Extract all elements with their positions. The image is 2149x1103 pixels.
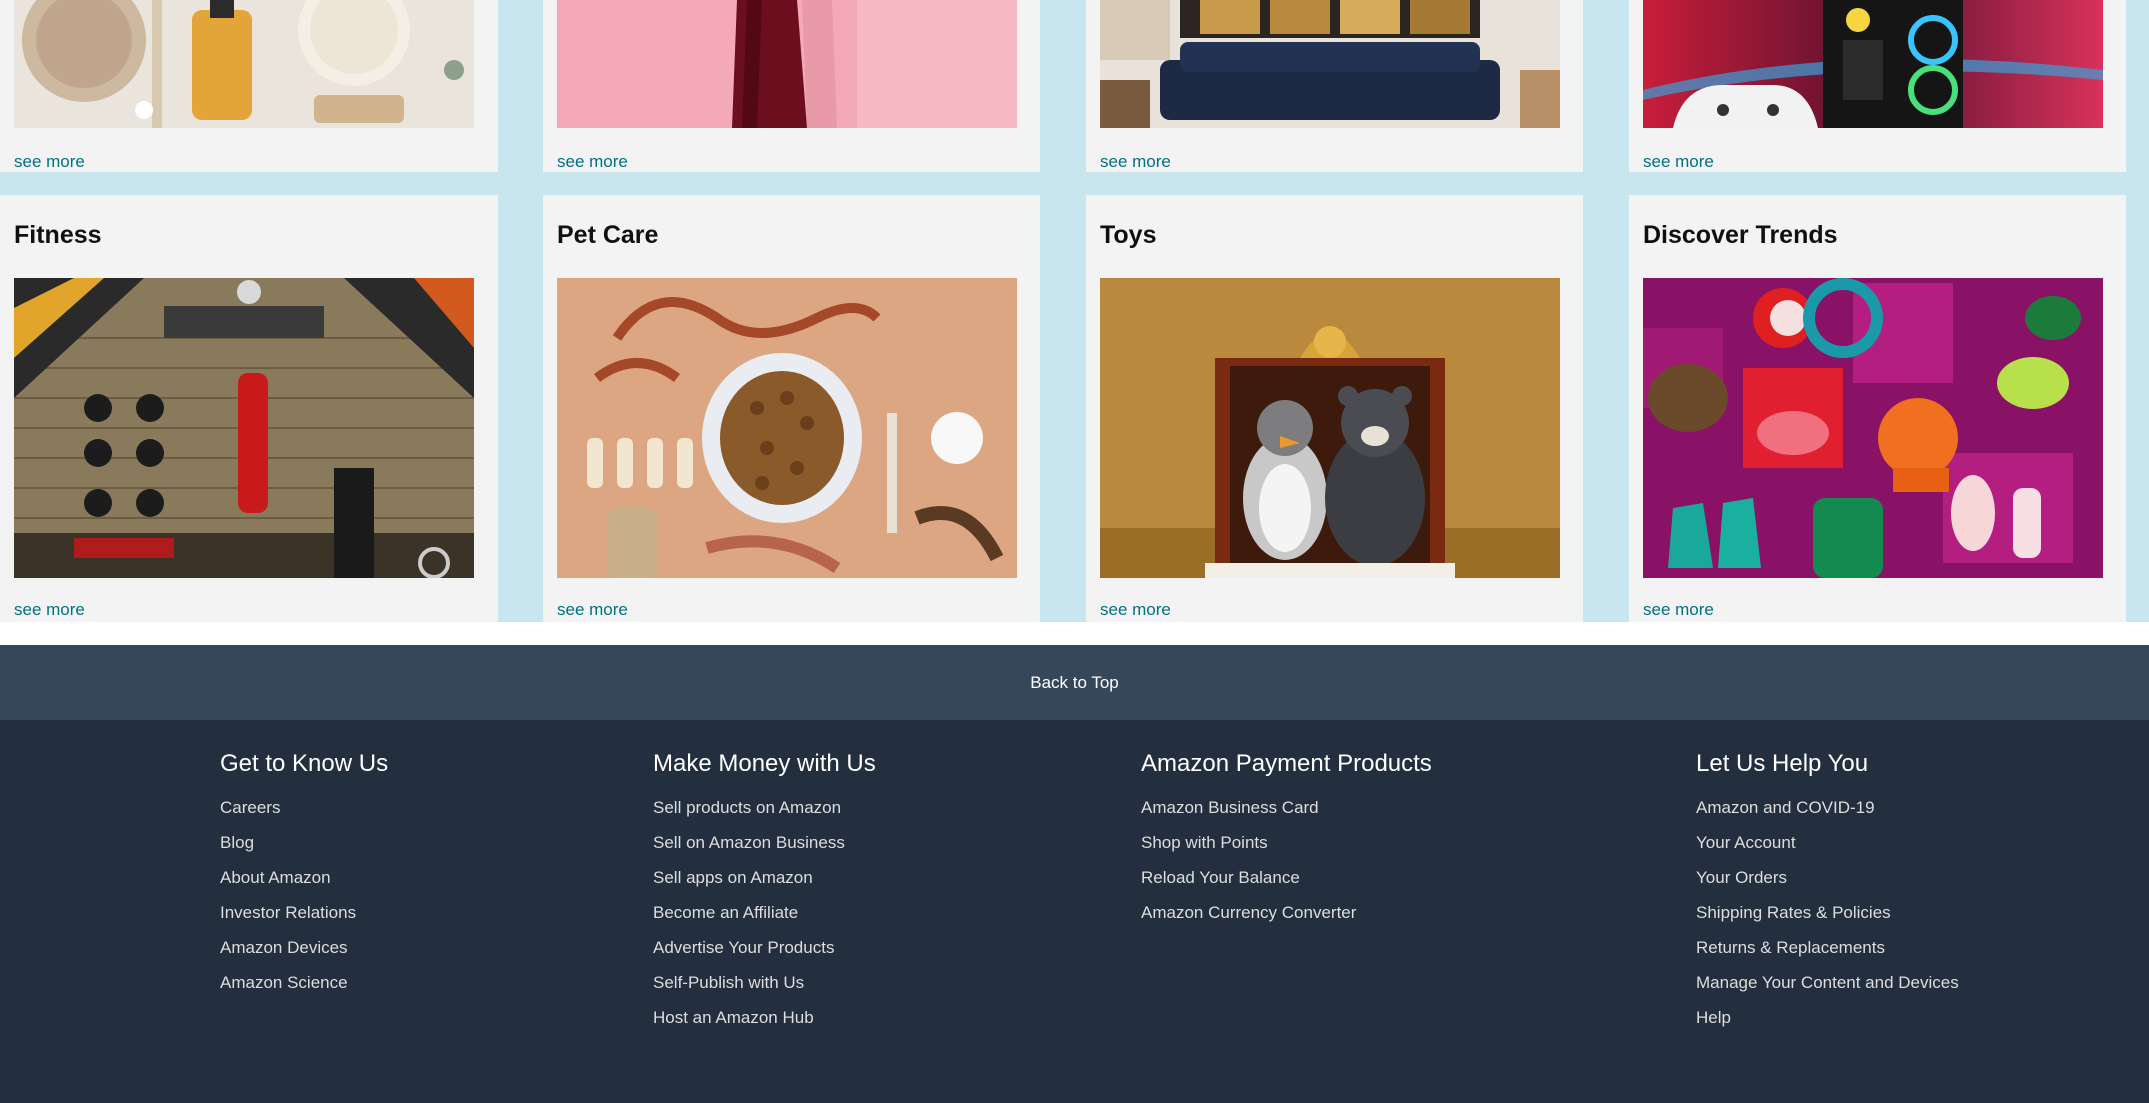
category-card-beauty: see more [0,0,498,172]
fashion-dress-image[interactable] [557,0,1017,128]
home-gym-image[interactable] [14,278,474,578]
see-more-link[interactable]: see more [14,152,85,172]
footer-heading: Let Us Help You [1696,750,1869,777]
gaming-pc-image[interactable] [1643,0,2103,128]
footer-link-blog[interactable]: Blog [220,825,388,860]
footer-link-covid[interactable]: Amazon and COVID-19 [1696,790,1959,825]
footer-link-sell-business[interactable]: Sell on Amazon Business [653,825,876,860]
footer-link-careers[interactable]: Careers [220,790,388,825]
footer-link-affiliate[interactable]: Become an Affiliate [653,895,876,930]
footer-link-returns[interactable]: Returns & Replacements [1696,930,1959,965]
card-title: Toys [1100,221,1157,249]
category-card-pet-care: Pet Care see more [543,195,1040,622]
footer-link-amazon-devices[interactable]: Amazon Devices [220,930,388,965]
trend-products-image[interactable] [1643,278,2103,578]
section-divider [0,622,2149,645]
footer-link-amazon-hub[interactable]: Host an Amazon Hub [653,1000,876,1035]
see-more-link[interactable]: see more [1643,152,1714,172]
category-card-discover-trends: Discover Trends see more [1629,195,2126,622]
plush-toys-gift-box-image[interactable] [1100,278,1560,578]
footer-heading: Make Money with Us [653,750,876,777]
category-card-fashion: see more [543,0,1040,172]
footer-column-help: Let Us Help You Amazon and COVID-19 Your… [1696,750,1959,1035]
pet-supplies-image[interactable] [557,278,1017,578]
see-more-link[interactable]: see more [1100,152,1171,172]
footer-heading: Amazon Payment Products [1141,750,1432,777]
card-title: Fitness [14,221,102,249]
footer-column-make-money: Make Money with Us Sell products on Amaz… [653,750,876,1035]
footer-heading: Get to Know Us [220,750,389,777]
card-title: Pet Care [557,221,659,249]
footer-link-advertise[interactable]: Advertise Your Products [653,930,876,965]
home-decor-sofa-image[interactable] [1100,0,1560,128]
footer-link-shipping-rates[interactable]: Shipping Rates & Policies [1696,895,1959,930]
footer-link-help[interactable]: Help [1696,1000,1959,1035]
footer-link-self-publish[interactable]: Self-Publish with Us [653,965,876,1000]
see-more-link[interactable]: see more [14,600,85,620]
beauty-products-image[interactable] [14,0,474,128]
footer-link-shop-with-points[interactable]: Shop with Points [1141,825,1432,860]
footer-link-about-amazon[interactable]: About Amazon [220,860,388,895]
category-card-toys: Toys see more [1086,195,1583,622]
footer-link-business-card[interactable]: Amazon Business Card [1141,790,1432,825]
see-more-link[interactable]: see more [557,600,628,620]
footer-link-investor-relations[interactable]: Investor Relations [220,895,388,930]
card-title: Discover Trends [1643,221,1838,249]
category-card-gaming: see more [1629,0,2126,172]
footer-column-payment-products: Amazon Payment Products Amazon Business … [1141,750,1432,930]
back-to-top-button[interactable]: Back to Top [0,645,2149,720]
footer-link-your-account[interactable]: Your Account [1696,825,1959,860]
see-more-link[interactable]: see more [1100,600,1171,620]
see-more-link[interactable]: see more [1643,600,1714,620]
footer-link-manage-content[interactable]: Manage Your Content and Devices [1696,965,1959,1000]
footer-link-currency-converter[interactable]: Amazon Currency Converter [1141,895,1432,930]
footer-link-sell-products[interactable]: Sell products on Amazon [653,790,876,825]
category-grid: see more see more see more see more Fitn… [0,0,2149,645]
footer-link-sell-apps[interactable]: Sell apps on Amazon [653,860,876,895]
footer-link-amazon-science[interactable]: Amazon Science [220,965,388,1000]
category-card-fitness: Fitness see more [0,195,498,622]
footer-link-reload-balance[interactable]: Reload Your Balance [1141,860,1432,895]
footer: Get to Know Us Careers Blog About Amazon… [0,720,2149,1103]
footer-link-your-orders[interactable]: Your Orders [1696,860,1959,895]
see-more-link[interactable]: see more [557,152,628,172]
footer-column-get-to-know-us: Get to Know Us Careers Blog About Amazon… [220,750,388,1000]
category-card-home: see more [1086,0,1583,172]
